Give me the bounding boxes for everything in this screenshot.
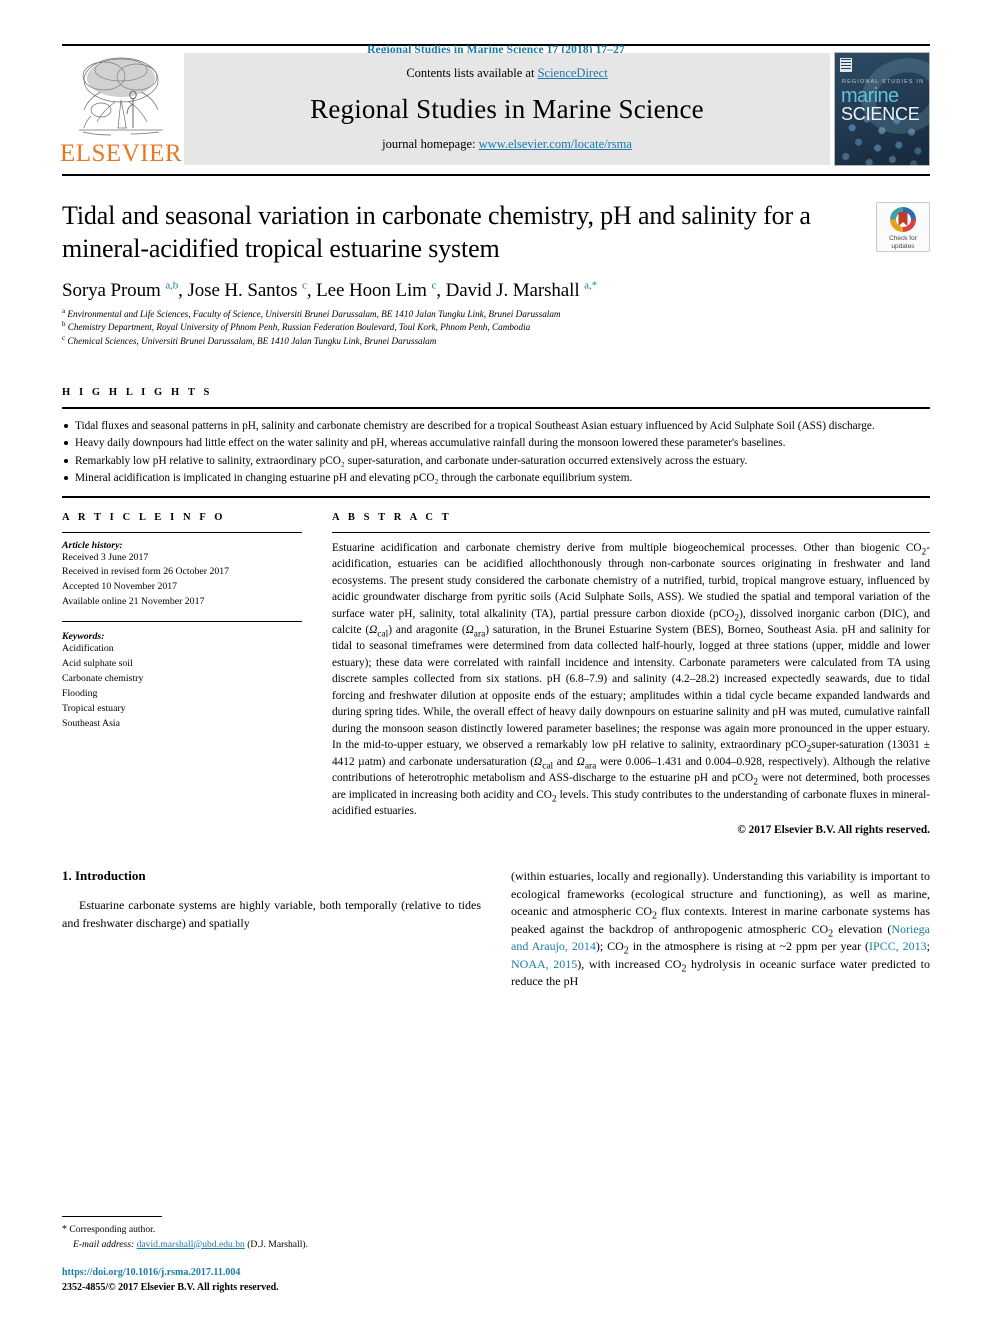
- email-owner: (D.J. Marshall).: [247, 1238, 308, 1250]
- article-info-rule: [62, 531, 302, 533]
- body-columns: 1. Introduction Estuarine carbonate syst…: [62, 868, 930, 991]
- intro-paragraph-left: Estuarine carbonate systems are highly v…: [62, 898, 481, 930]
- abstract-section: A B S T R A C T Estuarine acidification …: [332, 512, 930, 839]
- affiliation-mark: a: [62, 306, 66, 315]
- keyword-item: Tropical estuary: [62, 702, 126, 714]
- list-item: Remarkably low pH relative to salinity, …: [62, 453, 930, 469]
- crossmark-label-line1: Check for: [889, 234, 917, 242]
- article-history-item: Accepted 10 November 2017: [62, 581, 178, 593]
- cover-line-science: SCIENCE: [841, 104, 920, 124]
- article-info-heading: A R T I C L E I N F O: [62, 511, 226, 523]
- cover-line-marine: marine: [841, 85, 899, 107]
- keyword-item: Flooding: [62, 687, 98, 699]
- masthead-center: Contents lists available at ScienceDirec…: [184, 53, 830, 165]
- elsevier-logo: ELSEVIER: [59, 50, 183, 168]
- article-history-item: Available online 21 November 2017: [62, 596, 205, 608]
- contents-prefix: Contents lists available at: [406, 66, 538, 80]
- corresponding-author-marker: *: [62, 1224, 67, 1236]
- affiliation-item: a Environmental and Life Sciences, Facul…: [62, 306, 930, 322]
- affiliation-text: Chemical Sciences, Universiti Brunei Dar…: [67, 336, 437, 347]
- elsevier-wordmark: ELSEVIER: [59, 140, 183, 167]
- journal-masthead: ELSEVIER Contents lists available at Sci…: [59, 44, 930, 168]
- affiliation-list: a Environmental and Life Sciences, Facul…: [62, 306, 930, 350]
- title-block: Tidal and seasonal variation in carbonat…: [62, 176, 930, 349]
- homepage-prefix: journal homepage:: [382, 137, 479, 151]
- keywords-block: Keywords: Acidification Acid sulphate so…: [62, 621, 302, 731]
- page-title: Tidal and seasonal variation in carbonat…: [62, 201, 811, 263]
- doi-block: https://doi.org/10.1016/j.rsma.2017.11.0…: [62, 1266, 492, 1295]
- running-head: Regional Studies in Marine Science 17 (2…: [367, 44, 625, 56]
- footnote-area: * Corresponding author. E-mail address: …: [62, 1216, 492, 1295]
- highlights-heading: H I G H L I G H T S: [62, 387, 213, 399]
- corresponding-author-note: * Corresponding author.: [62, 1222, 492, 1237]
- author-list: Sorya Proum a,b, Jose H. Santos c, Lee H…: [62, 279, 597, 301]
- abstract-body: Estuarine acidification and carbonate ch…: [332, 540, 930, 839]
- abstract-heading: A B S T R A C T: [332, 511, 452, 523]
- affiliation-mark: b: [62, 320, 66, 329]
- keyword-item: Acid sulphate soil: [62, 658, 133, 670]
- body-column-right: (within estuaries, locally and regionall…: [511, 868, 930, 991]
- keyword-item: Southeast Asia: [62, 717, 120, 729]
- info-abstract-row: A R T I C L E I N F O Article history: R…: [62, 512, 930, 839]
- keyword-item: Carbonate chemistry: [62, 672, 144, 684]
- crossmark-label-line2: updates: [891, 242, 915, 250]
- article-history-item: Received 3 June 2017: [62, 551, 149, 563]
- list-item: Tidal fluxes and seasonal patterns in pH…: [62, 418, 930, 434]
- affiliation-text: Chemistry Department, Royal University o…: [67, 322, 531, 333]
- article-history-label: Article history:: [62, 539, 123, 551]
- article-history-item: Received in revised form 26 October 2017: [62, 566, 230, 578]
- email-label: E-mail address:: [73, 1238, 135, 1250]
- affiliation-text: Environmental and Life Sciences, Faculty…: [67, 308, 561, 319]
- section-heading-introduction: 1. Introduction: [62, 868, 146, 884]
- abstract-rule: [332, 531, 930, 533]
- affiliation-item: b Chemistry Department, Royal University…: [62, 321, 930, 335]
- list-item: Heavy daily downpours had little effect …: [62, 435, 930, 451]
- crossmark-badge[interactable]: Check for updates: [876, 202, 930, 252]
- journal-title: Regional Studies in Marine Science: [310, 93, 704, 124]
- footnote-rule: [62, 1216, 162, 1218]
- intro-paragraph-right: (within estuaries, locally and regionall…: [511, 869, 930, 989]
- corresponding-author-text: Corresponding author.: [69, 1224, 156, 1236]
- keywords-label: Keywords:: [62, 631, 105, 643]
- highlights-list: Tidal fluxes and seasonal patterns in pH…: [62, 418, 930, 485]
- keyword-item: Acidification: [62, 643, 114, 655]
- highlights-section: H I G H L I G H T S Tidal fluxes and sea…: [62, 387, 930, 498]
- email-note: E-mail address: david.marshall@ubd.edu.b…: [62, 1238, 492, 1252]
- sciencedirect-link[interactable]: ScienceDirect: [538, 66, 608, 80]
- doi-link[interactable]: https://doi.org/10.1016/j.rsma.2017.11.0…: [62, 1266, 492, 1281]
- crossmark-label: Check for updates: [889, 235, 917, 251]
- cover-elsevier-mark-icon: [840, 58, 852, 72]
- homepage-line: journal homepage: www.elsevier.com/locat…: [382, 137, 632, 152]
- email-link[interactable]: david.marshall@ubd.edu.bn: [137, 1239, 245, 1250]
- elsevier-tree-icon: [79, 57, 163, 136]
- abstract-copyright: © 2017 Elsevier B.V. All rights reserved…: [737, 823, 930, 836]
- affiliation-item: c Chemical Sciences, Universiti Brunei D…: [62, 335, 930, 349]
- list-item: Mineral acidification is implicated in c…: [62, 470, 930, 486]
- contents-line: Contents lists available at ScienceDirec…: [406, 66, 607, 81]
- affiliation-mark: c: [62, 334, 66, 343]
- journal-homepage-link[interactable]: www.elsevier.com/locate/rsma: [479, 137, 632, 151]
- journal-cover-image: REGIONAL STUDIES IN marine SCIENCE: [834, 52, 930, 166]
- article-info-section: A R T I C L E I N F O Article history: R…: [62, 512, 332, 839]
- highlights-rule: [62, 407, 930, 410]
- body-column-left: 1. Introduction Estuarine carbonate syst…: [62, 868, 481, 991]
- highlights-bottom-rule: [62, 495, 930, 498]
- journal-article-page: Regional Studies in Marine Science 17 (2…: [0, 0, 992, 1323]
- abstract-text: Estuarine acidification and carbonate ch…: [332, 541, 931, 818]
- issn-copyright: 2352-4855/© 2017 Elsevier B.V. All right…: [62, 1281, 279, 1293]
